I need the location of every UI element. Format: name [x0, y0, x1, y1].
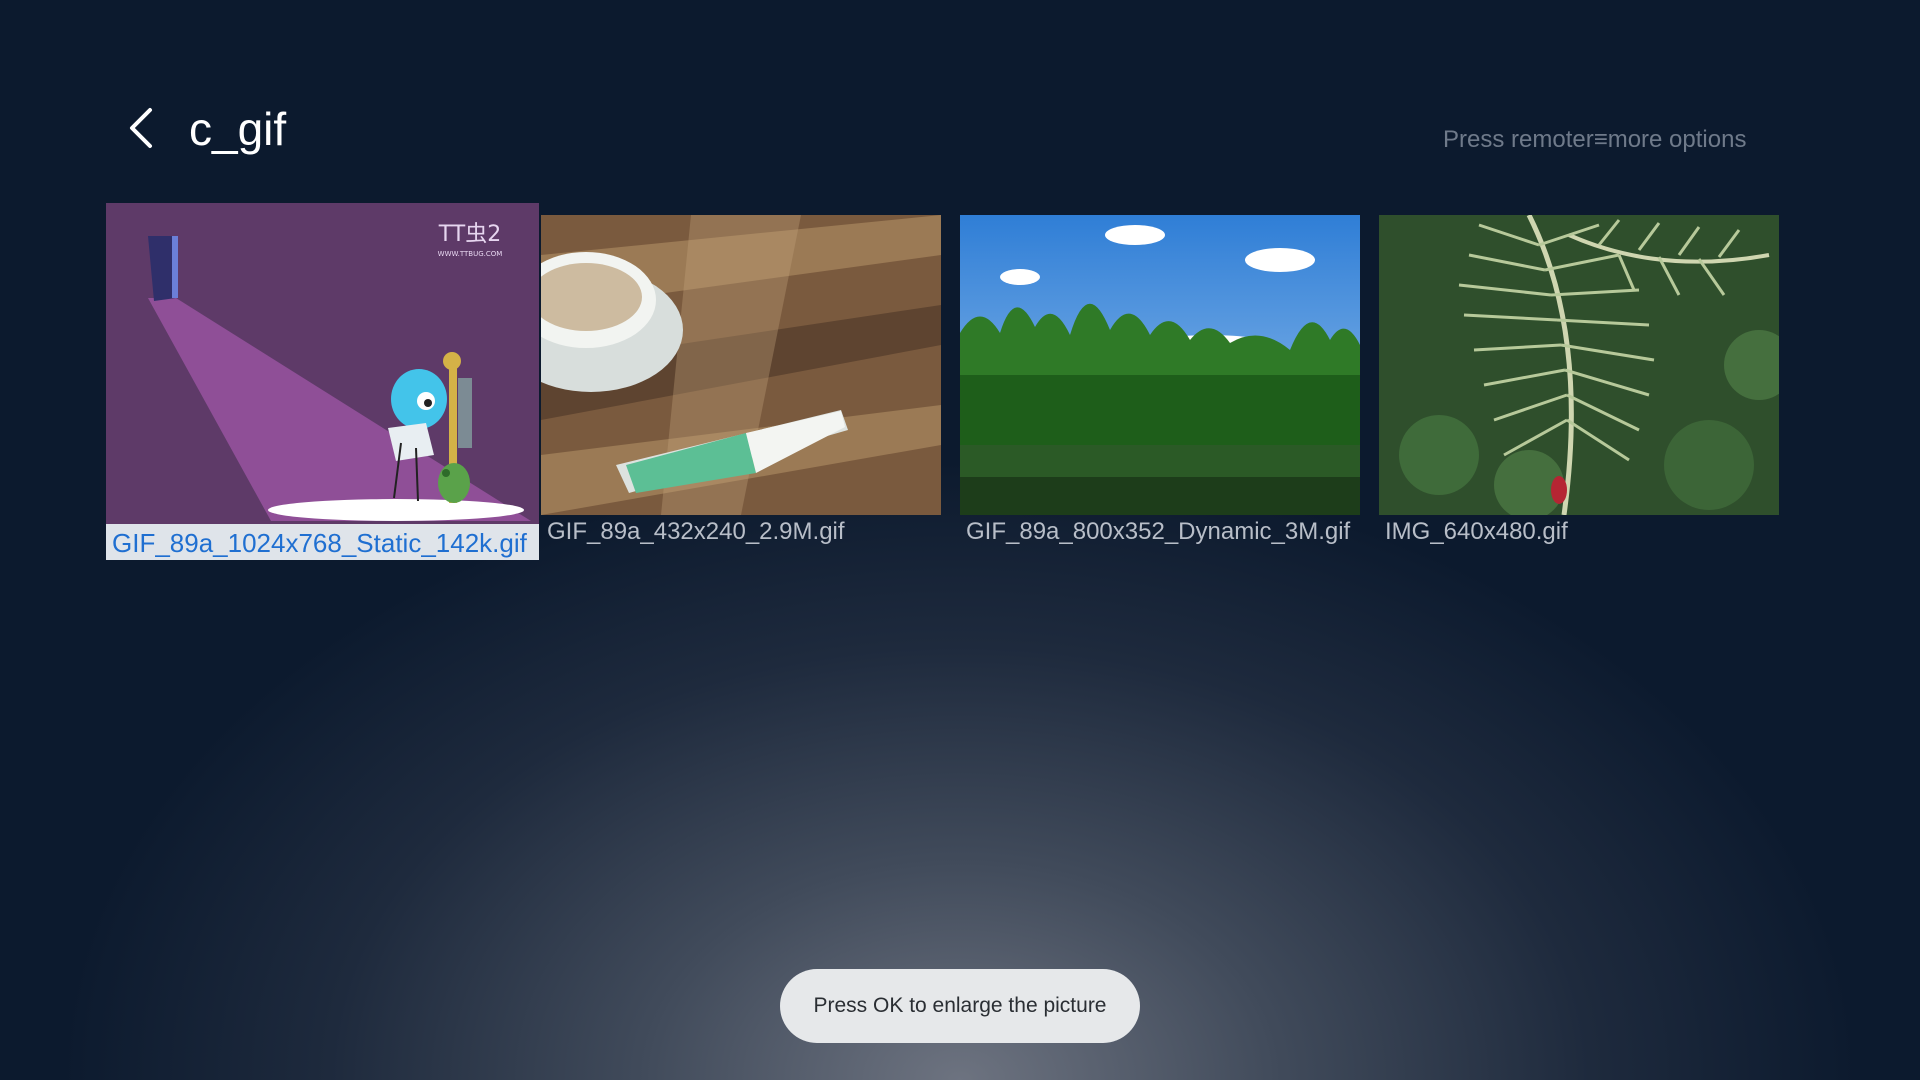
image-thumbnail — [960, 215, 1360, 515]
back-button[interactable] — [122, 104, 162, 152]
header: c_gif Press remoter≡more options — [0, 0, 1920, 190]
remote-hint: Press remoter≡more options — [1443, 126, 1747, 153]
svg-text:WWW.TTBUG.COM: WWW.TTBUG.COM — [438, 250, 503, 258]
file-name: GIF_89a_1024x768_Static_142k.gif — [106, 524, 539, 560]
file-name: GIF_89a_800x352_Dynamic_3M.gif — [966, 518, 1351, 545]
image-tile[interactable]: GIF_89a_432x240_2.9M.gif — [541, 215, 941, 549]
chevron-left-icon — [130, 108, 152, 148]
image-tile[interactable]: TT虫2 WWW.TTBUG.COM GIF_89a_1024x768_Stat… — [106, 203, 539, 560]
folder-title: c_gif — [189, 103, 287, 155]
image-tile[interactable]: GIF_89a_800x352_Dynamic_3M.gif — [960, 215, 1360, 549]
image-thumbnail: TT虫2 WWW.TTBUG.COM — [106, 203, 539, 524]
ttbug-logo: TT虫2 — [438, 222, 502, 247]
image-tile[interactable]: IMG_640x480.gif — [1379, 215, 1779, 549]
file-name: GIF_89a_432x240_2.9M.gif — [547, 518, 845, 545]
image-thumbnail — [1379, 215, 1779, 515]
toast-message: Press OK to enlarge the picture — [780, 969, 1140, 1043]
image-thumbnail — [541, 215, 941, 515]
file-name: IMG_640x480.gif — [1385, 518, 1568, 545]
